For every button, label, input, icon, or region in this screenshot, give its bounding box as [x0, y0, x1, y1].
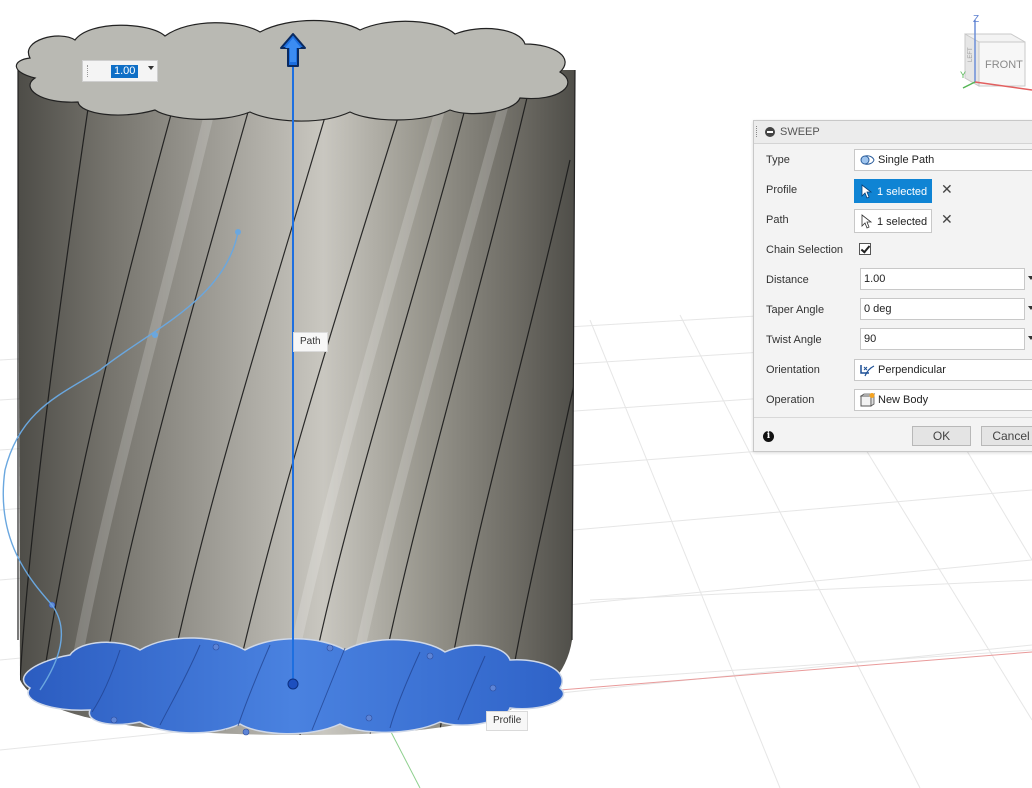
- taper-angle-value: 0 deg: [864, 303, 892, 315]
- drag-handle[interactable]: [756, 126, 758, 137]
- cancel-button[interactable]: Cancel: [981, 426, 1032, 446]
- path-value: 1 selected: [877, 216, 928, 228]
- type-select[interactable]: Single Path: [854, 149, 1032, 171]
- orientation-value: Perpendicular: [878, 364, 946, 376]
- path-label: Path: [293, 332, 328, 352]
- chain-selection-checkbox[interactable]: [859, 243, 871, 255]
- path-label: Path: [766, 214, 789, 226]
- twist-angle-field[interactable]: 90: [860, 328, 1025, 350]
- perpendicular-icon: [860, 365, 875, 377]
- operation-value: New Body: [878, 394, 929, 406]
- new-body-icon: [859, 393, 875, 407]
- row-twist-angle: Twist Angle 90: [754, 325, 1032, 355]
- row-path: Path 1 selected ✕: [754, 205, 1032, 235]
- row-chain-selection: Chain Selection: [754, 235, 1032, 265]
- orientation-select[interactable]: Perpendicular: [854, 359, 1032, 381]
- z-axis-label: Z: [973, 14, 979, 25]
- orientation-label: Orientation: [766, 364, 820, 376]
- operation-select[interactable]: New Body: [854, 389, 1032, 411]
- profile-value: 1 selected: [877, 186, 928, 198]
- view-cube[interactable]: Z Y FRONT LEFT: [955, 12, 1032, 96]
- row-taper-angle: Taper Angle 0 deg: [754, 295, 1032, 325]
- front-face-label: FRONT: [985, 59, 1023, 71]
- y-axis-line: [389, 729, 421, 788]
- distance-field-value: 1.00: [864, 273, 886, 285]
- type-label: Type: [766, 154, 790, 166]
- taper-angle-label: Taper Angle: [766, 304, 825, 316]
- twist-angle-value: 90: [864, 333, 877, 345]
- distance-label: Distance: [766, 274, 809, 286]
- ok-button[interactable]: OK: [912, 426, 971, 446]
- row-distance: Distance 1.00: [754, 265, 1032, 295]
- path-select-button[interactable]: 1 selected: [854, 209, 932, 233]
- profile-label: Profile: [486, 711, 529, 731]
- clear-profile-icon[interactable]: ✕: [941, 182, 953, 196]
- cursor-icon: [861, 184, 873, 199]
- chain-selection-label: Chain Selection: [766, 244, 844, 256]
- x-axis-line: [559, 651, 1032, 691]
- profile-label: Profile: [766, 184, 798, 196]
- grip-handle[interactable]: [87, 65, 91, 77]
- dialog-footer: i OK Cancel: [754, 417, 1032, 454]
- chevron-down-icon[interactable]: [1028, 336, 1032, 340]
- distance-input-box[interactable]: 1.00: [82, 60, 158, 82]
- twist-angle-label: Twist Angle: [766, 334, 822, 346]
- path-start-point: [287, 678, 299, 690]
- sweep-dialog: SWEEP Type Single Path Profile 1 selecte…: [753, 120, 1032, 452]
- taper-angle-field[interactable]: 0 deg: [860, 298, 1025, 320]
- cursor-icon: [861, 214, 873, 229]
- row-profile: Profile 1 selected ✕: [754, 175, 1032, 205]
- type-value: Single Path: [878, 154, 935, 166]
- left-face-label: LEFT: [968, 47, 974, 62]
- chevron-down-icon[interactable]: [1028, 276, 1032, 280]
- chevron-down-icon[interactable]: [1028, 306, 1032, 310]
- dialog-header[interactable]: SWEEP: [754, 121, 1032, 144]
- clear-path-icon[interactable]: ✕: [941, 212, 953, 226]
- dialog-title: SWEEP: [780, 126, 820, 138]
- info-icon[interactable]: i: [763, 431, 774, 442]
- row-operation: Operation New Body: [754, 385, 1032, 415]
- operation-label: Operation: [766, 394, 815, 406]
- chevron-down-icon[interactable]: [148, 66, 154, 70]
- distance-value[interactable]: 1.00: [111, 65, 139, 78]
- collapse-icon[interactable]: [765, 127, 775, 137]
- single-path-icon: [860, 155, 875, 165]
- row-type: Type Single Path: [754, 145, 1032, 175]
- profile-select-button[interactable]: 1 selected: [854, 179, 932, 203]
- distance-field[interactable]: 1.00: [860, 268, 1025, 290]
- row-orientation: Orientation Perpendicular: [754, 355, 1032, 385]
- y-axis-label: Y: [960, 70, 966, 80]
